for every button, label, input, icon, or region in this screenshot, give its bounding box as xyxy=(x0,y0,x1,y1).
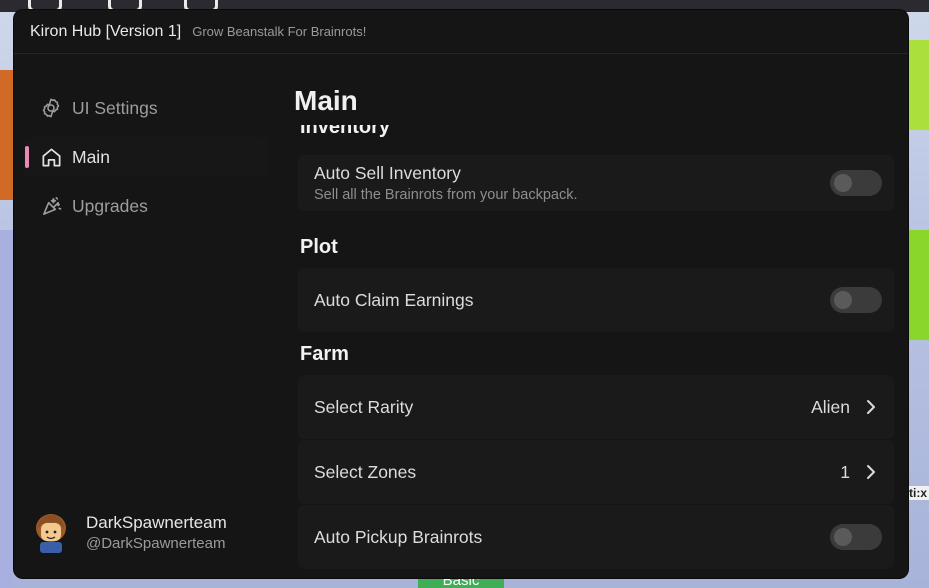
user-profile: DarkSpawnerteam @DarkSpawnerteam xyxy=(30,502,268,562)
selected-value: 1 xyxy=(840,461,850,482)
scene-block-orange xyxy=(0,70,14,200)
auto-sell-toggle[interactable] xyxy=(830,170,882,196)
section-header-farm: Farm xyxy=(300,343,349,365)
sidebar-item-main[interactable]: Main xyxy=(24,137,268,177)
avatar xyxy=(30,511,72,553)
row-description: Sell all the Brainrots from your backpac… xyxy=(314,187,578,203)
hub-window: Kiron Hub [Version 1] Grow Beanstalk For… xyxy=(14,10,908,578)
select-zones-dropdown[interactable]: Select Zones 1 xyxy=(298,440,894,504)
auto-sell-inventory-row: Auto Sell Inventory Sell all the Brainro… xyxy=(298,155,894,211)
auto-claim-toggle[interactable] xyxy=(830,287,882,313)
sidebar-item-upgrades[interactable]: Upgrades xyxy=(24,186,268,226)
scene-block-purple xyxy=(0,230,14,588)
section-header-plot: Plot xyxy=(300,236,338,258)
main-content-scroll[interactable]: Inventory Auto Sell Inventory Sell all t… xyxy=(298,125,894,570)
active-indicator xyxy=(25,146,29,168)
profile-handle: @DarkSpawnerteam xyxy=(86,534,226,552)
sidebar: UI Settings Main Upgrades DarkSpawnertea… xyxy=(14,55,272,578)
auto-pickup-toggle[interactable] xyxy=(830,524,882,550)
row-title: Auto Sell Inventory xyxy=(314,163,461,183)
sidebar-item-label: UI Settings xyxy=(72,97,158,118)
row-title: Auto Claim Earnings xyxy=(314,289,474,310)
scene-text: ti:x xyxy=(907,486,929,500)
auto-claim-earnings-row: Auto Claim Earnings xyxy=(298,268,894,332)
sidebar-item-ui-settings[interactable]: UI Settings xyxy=(24,88,268,128)
page-title: Main xyxy=(294,85,358,116)
window-title: Kiron Hub [Version 1] xyxy=(30,22,182,40)
selected-value: Alien xyxy=(811,396,850,417)
row-title: Auto Pickup Brainrots xyxy=(314,526,483,547)
toggle-knob xyxy=(834,528,852,546)
sidebar-item-label: Main xyxy=(72,146,110,167)
row-title: Select Rarity xyxy=(314,396,414,417)
chevron-right-icon xyxy=(864,463,878,481)
toggle-knob xyxy=(834,291,852,309)
gear-icon xyxy=(39,96,63,120)
auto-pickup-brainrots-row: Auto Pickup Brainrots xyxy=(298,505,894,569)
select-rarity-dropdown[interactable]: Select Rarity Alien xyxy=(298,375,894,439)
home-icon xyxy=(39,145,63,169)
toggle-knob xyxy=(834,174,852,192)
window-titlebar[interactable]: Kiron Hub [Version 1] Grow Beanstalk For… xyxy=(14,10,908,54)
row-title: Select Zones xyxy=(314,461,417,482)
window-subtitle: Grow Beanstalk For Brainrots! xyxy=(192,24,367,39)
sparkle-icon xyxy=(39,194,63,218)
sidebar-item-label: Upgrades xyxy=(72,195,148,216)
profile-name: DarkSpawnerteam xyxy=(86,512,227,532)
section-header-inventory: Inventory xyxy=(300,125,391,138)
chevron-right-icon xyxy=(864,398,878,416)
